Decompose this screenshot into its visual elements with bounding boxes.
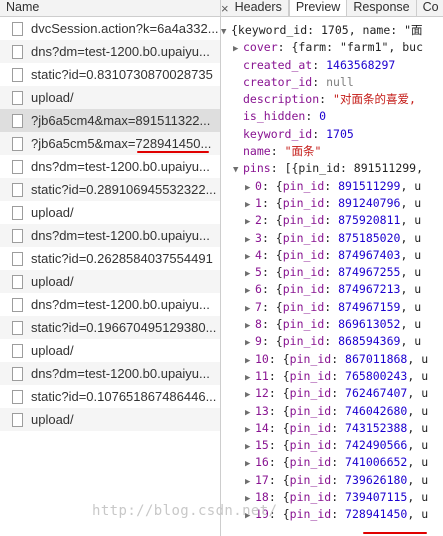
detail-tab-bar: × Headers Preview Response Co [221, 0, 443, 17]
json-keyword-id-line: keyword_id: 1705 [243, 126, 354, 141]
file-icon [12, 274, 23, 289]
pin-entry[interactable]: ▶ 1: {pin_id: 891240796, u [221, 195, 443, 212]
request-row[interactable]: dns?dm=test-1200.b0.upaiyu... [0, 155, 220, 178]
pin-entry[interactable]: ▶ 17: {pin_id: 739626180, u [221, 472, 443, 489]
pin-entry[interactable]: ▶ 7: {pin_id: 874967159, u [221, 299, 443, 316]
pin-entry[interactable]: ▶ 19: {pin_id: 728941450, u [221, 506, 443, 523]
request-name: upload/ [31, 205, 74, 220]
pin-entry[interactable]: ▶ 4: {pin_id: 874967403, u [221, 247, 443, 264]
json-created-at-line: created_at: 1463568297 [243, 57, 396, 72]
close-icon[interactable]: × [221, 1, 229, 16]
request-name: upload/ [31, 343, 74, 358]
json-pins-line[interactable]: ▼ pins: [{pin_id: 891511299, [221, 160, 443, 177]
request-name: dns?dm=test-1200.b0.upaiyu... [31, 44, 210, 59]
pin-entry[interactable]: ▶ 14: {pin_id: 743152388, u [221, 420, 443, 437]
request-name: ?jb6a5cm5&max=728941450... [31, 136, 212, 151]
request-name: static?id=0.289106945532322... [31, 182, 217, 197]
file-icon [12, 412, 23, 427]
request-name: upload/ [31, 412, 74, 427]
request-name: static?id=0.2628584037554491 [31, 251, 213, 266]
file-icon [12, 320, 23, 335]
json-root-line[interactable]: ▼ {keyword_id: 1705, name: "面 [221, 22, 443, 39]
request-name: ?jb6a5cm4&max=891511322... [31, 113, 211, 128]
file-icon [12, 389, 23, 404]
request-row[interactable]: static?id=0.107651867486446... [0, 385, 220, 408]
file-icon [12, 205, 23, 220]
json-preview-tree: ▼ {keyword_id: 1705, name: "面 ▶ cover: {fa… [221, 17, 443, 524]
preview-panel: × Headers Preview Response Co ▼ {keyword_… [221, 0, 443, 536]
request-name: dns?dm=test-1200.b0.upaiyu... [31, 366, 210, 381]
pin-entry[interactable]: ▶ 16: {pin_id: 741006652, u [221, 454, 443, 471]
file-icon [12, 366, 23, 381]
tab-preview[interactable]: Preview [288, 0, 348, 16]
request-row[interactable]: dvcSession.action?k=6a4a332... [0, 17, 220, 40]
pin-entry[interactable]: ▶ 10: {pin_id: 867011868, u [221, 351, 443, 368]
tab-headers[interactable]: Headers [229, 0, 289, 16]
file-icon [12, 251, 23, 266]
request-name: upload/ [31, 90, 74, 105]
json-creator-id-line: creator_id: null [243, 74, 354, 89]
file-icon [12, 67, 23, 82]
tab-cookies[interactable]: Co [417, 0, 443, 16]
request-row[interactable]: dns?dm=test-1200.b0.upaiyu... [0, 40, 220, 63]
pins-array: ▶ 0: {pin_id: 891511299, u ▶ 1: {pin_id: 89… [221, 178, 443, 524]
request-name: dns?dm=test-1200.b0.upaiyu... [31, 159, 210, 174]
request-row[interactable]: dns?dm=test-1200.b0.upaiyu... [0, 224, 220, 247]
pin-entry[interactable]: ▶ 5: {pin_id: 874967255, u [221, 264, 443, 281]
file-icon [12, 228, 23, 243]
pin-entry[interactable]: ▶ 0: {pin_id: 891511299, u [221, 178, 443, 195]
request-name: static?id=0.107651867486446... [31, 389, 217, 404]
request-list: dvcSession.action?k=6a4a332... dns?dm=tes… [0, 17, 220, 431]
annotation-underline [137, 151, 209, 153]
request-name: dns?dm=test-1200.b0.upaiyu... [31, 228, 210, 243]
json-cover-line[interactable]: ▶ cover: {farm: "farm1", buc [221, 39, 443, 56]
json-description-line: description: "对面条的喜爱, [243, 92, 416, 107]
request-list-panel: Name dvcSession.action?k=6a4a332... dns?d… [0, 0, 221, 536]
request-name: dns?dm=test-1200.b0.upaiyu... [31, 297, 210, 312]
pin-entry[interactable]: ▶ 3: {pin_id: 875185020, u [221, 230, 443, 247]
file-icon [12, 159, 23, 174]
request-row[interactable]: upload/ [0, 201, 220, 224]
collapsed-arrow-icon[interactable]: ▶ [245, 508, 255, 525]
file-icon [12, 113, 23, 128]
request-row[interactable]: upload/ [0, 408, 220, 431]
pin-entry[interactable]: ▶ 18: {pin_id: 739407115, u [221, 489, 443, 506]
pin-entry[interactable]: ▶ 11: {pin_id: 765800243, u [221, 368, 443, 385]
pin-entry[interactable]: ▶ 8: {pin_id: 869613052, u [221, 316, 443, 333]
request-name: static?id=0.8310730870028735 [31, 67, 213, 82]
request-name: static?id=0.196670495129380... [31, 320, 217, 335]
pin-entry[interactable]: ▶ 2: {pin_id: 875920811, u [221, 212, 443, 229]
pin-entry[interactable]: ▶ 15: {pin_id: 742490566, u [221, 437, 443, 454]
request-row[interactable]: static?id=0.289106945532322... [0, 178, 220, 201]
request-row[interactable]: dns?dm=test-1200.b0.upaiyu... [0, 362, 220, 385]
pin-entry[interactable]: ▶ 13: {pin_id: 746042680, u [221, 403, 443, 420]
request-row[interactable]: upload/ [0, 86, 220, 109]
file-icon [12, 182, 23, 197]
request-row[interactable]: dns?dm=test-1200.b0.upaiyu... [0, 293, 220, 316]
file-icon [12, 21, 23, 36]
file-icon [12, 343, 23, 358]
file-icon [12, 297, 23, 312]
pin-entry[interactable]: ▶ 9: {pin_id: 868594369, u [221, 333, 443, 350]
file-icon [12, 136, 23, 151]
file-icon [12, 44, 23, 59]
request-row[interactable]: static?id=0.8310730870028735 [0, 63, 220, 86]
pin-entry[interactable]: ▶ 12: {pin_id: 762467407, u [221, 385, 443, 402]
request-row[interactable]: ?jb6a5cm4&max=891511322... [0, 109, 220, 132]
tab-response[interactable]: Response [347, 0, 417, 16]
request-name: dvcSession.action?k=6a4a332... [31, 21, 219, 36]
name-column-header[interactable]: Name [0, 0, 220, 17]
file-icon [12, 90, 23, 105]
request-row[interactable]: ?jb6a5cm5&max=728941450... [0, 132, 220, 155]
request-name: upload/ [31, 274, 74, 289]
pin-entry[interactable]: ▶ 6: {pin_id: 874967213, u [221, 281, 443, 298]
request-row[interactable]: upload/ [0, 339, 220, 362]
request-row[interactable]: static?id=0.2628584037554491 [0, 247, 220, 270]
json-is-hidden-line: is_hidden: 0 [243, 109, 327, 124]
request-row[interactable]: upload/ [0, 270, 220, 293]
json-name-line: name: "面条" [243, 144, 322, 159]
request-row[interactable]: static?id=0.196670495129380... [0, 316, 220, 339]
annotation-underline [363, 532, 427, 534]
